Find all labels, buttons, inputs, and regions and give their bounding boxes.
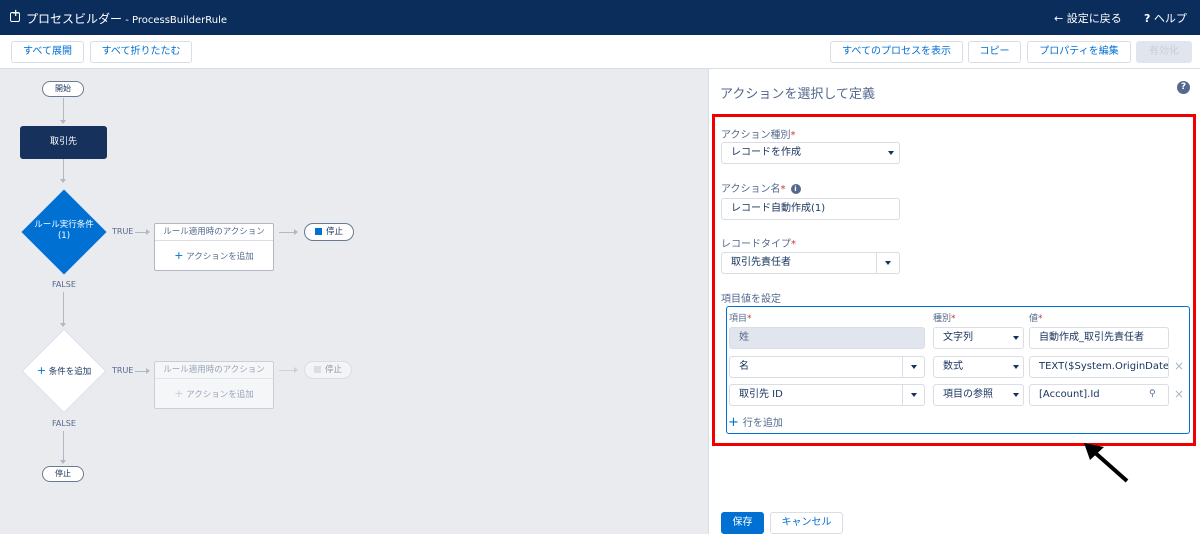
cancel-button[interactable]: キャンセル <box>770 512 843 534</box>
expand-all-button[interactable]: すべて展開 <box>11 41 84 63</box>
connector <box>63 292 64 325</box>
arrow-right-icon <box>294 367 298 373</box>
immediate-actions-box-1: ルール適用時のアクション + アクションを追加 <box>154 223 274 271</box>
edit-properties-button[interactable]: プロパティを編集 <box>1027 41 1131 63</box>
immediate-actions-header: ルール適用時のアクション <box>155 362 273 379</box>
end-node: 停止 <box>42 466 84 482</box>
connector <box>63 98 64 122</box>
arrow-down-icon <box>60 460 66 464</box>
criteria-node-1-label: ルール実行条件 (1) <box>34 220 94 241</box>
plus-icon: + <box>174 387 184 400</box>
toolbar: すべて展開 すべて折りたたむ すべてのプロセスを表示 コピー プロパティを編集 … <box>0 35 1200 69</box>
help-link[interactable]: ? ヘルプ <box>1144 10 1187 26</box>
highlight-frame <box>712 114 1196 446</box>
arrow-down-icon <box>60 179 66 183</box>
plus-icon: + <box>174 249 184 262</box>
arrow-left-icon: ← <box>1054 12 1064 25</box>
question-icon: ? <box>1144 12 1151 25</box>
object-node[interactable]: 取引先 <box>20 126 107 159</box>
false-label: FALSE <box>52 280 76 289</box>
plus-icon: + <box>36 364 46 377</box>
arrow-right-icon <box>146 229 150 235</box>
back-to-setup-link[interactable]: ← 設定に戻る <box>1054 10 1122 26</box>
add-action-button: + アクションを追加 <box>174 387 254 400</box>
immediate-actions-header: ルール適用時のアクション <box>155 224 273 241</box>
app-header: プロセスビルダー - ProcessBuilderRule ← 設定に戻る ? … <box>0 0 1200 35</box>
process-builder-logo-icon <box>10 8 20 22</box>
collapse-all-button[interactable]: すべて折りたたむ <box>90 41 192 63</box>
arrow-down-icon <box>60 323 66 327</box>
arrow-right-icon <box>146 368 150 374</box>
arrow-right-icon <box>294 229 298 235</box>
connector <box>63 159 64 181</box>
view-all-processes-button[interactable]: すべてのプロセスを表示 <box>830 41 963 63</box>
process-canvas: 開始 取引先 ルール実行条件 (1) TRUE ルール適用時のアクション + アク… <box>0 69 708 534</box>
connector <box>279 232 295 233</box>
arrow-down-icon <box>60 120 66 124</box>
panel-title: アクションを選択して定義 <box>720 87 875 102</box>
stop-icon <box>313 366 321 373</box>
save-button[interactable]: 保存 <box>721 512 764 534</box>
copy-button[interactable]: コピー <box>968 41 1021 63</box>
stop-icon <box>314 228 322 235</box>
help-icon[interactable]: ? <box>1177 81 1190 94</box>
add-action-button[interactable]: + アクションを追加 <box>155 241 273 271</box>
connector <box>279 370 295 371</box>
add-criteria-label: + 条件を追加 <box>36 364 92 377</box>
stop-node-2: 停止 <box>304 361 352 379</box>
activate-button[interactable]: 有効化 <box>1136 41 1192 63</box>
true-label: TRUE <box>112 366 134 375</box>
true-label: TRUE <box>112 227 134 236</box>
connector <box>63 431 64 462</box>
stop-node-1[interactable]: 停止 <box>304 223 354 241</box>
process-name: - ProcessBuilderRule <box>122 15 228 26</box>
app-title: プロセスビルダー - ProcessBuilderRule <box>26 12 228 26</box>
annotation-arrow-icon <box>1084 443 1129 483</box>
immediate-actions-box-2: ルール適用時のアクション + アクションを追加 <box>154 361 274 409</box>
start-node: 開始 <box>42 81 84 97</box>
false-label: FALSE <box>52 419 76 428</box>
